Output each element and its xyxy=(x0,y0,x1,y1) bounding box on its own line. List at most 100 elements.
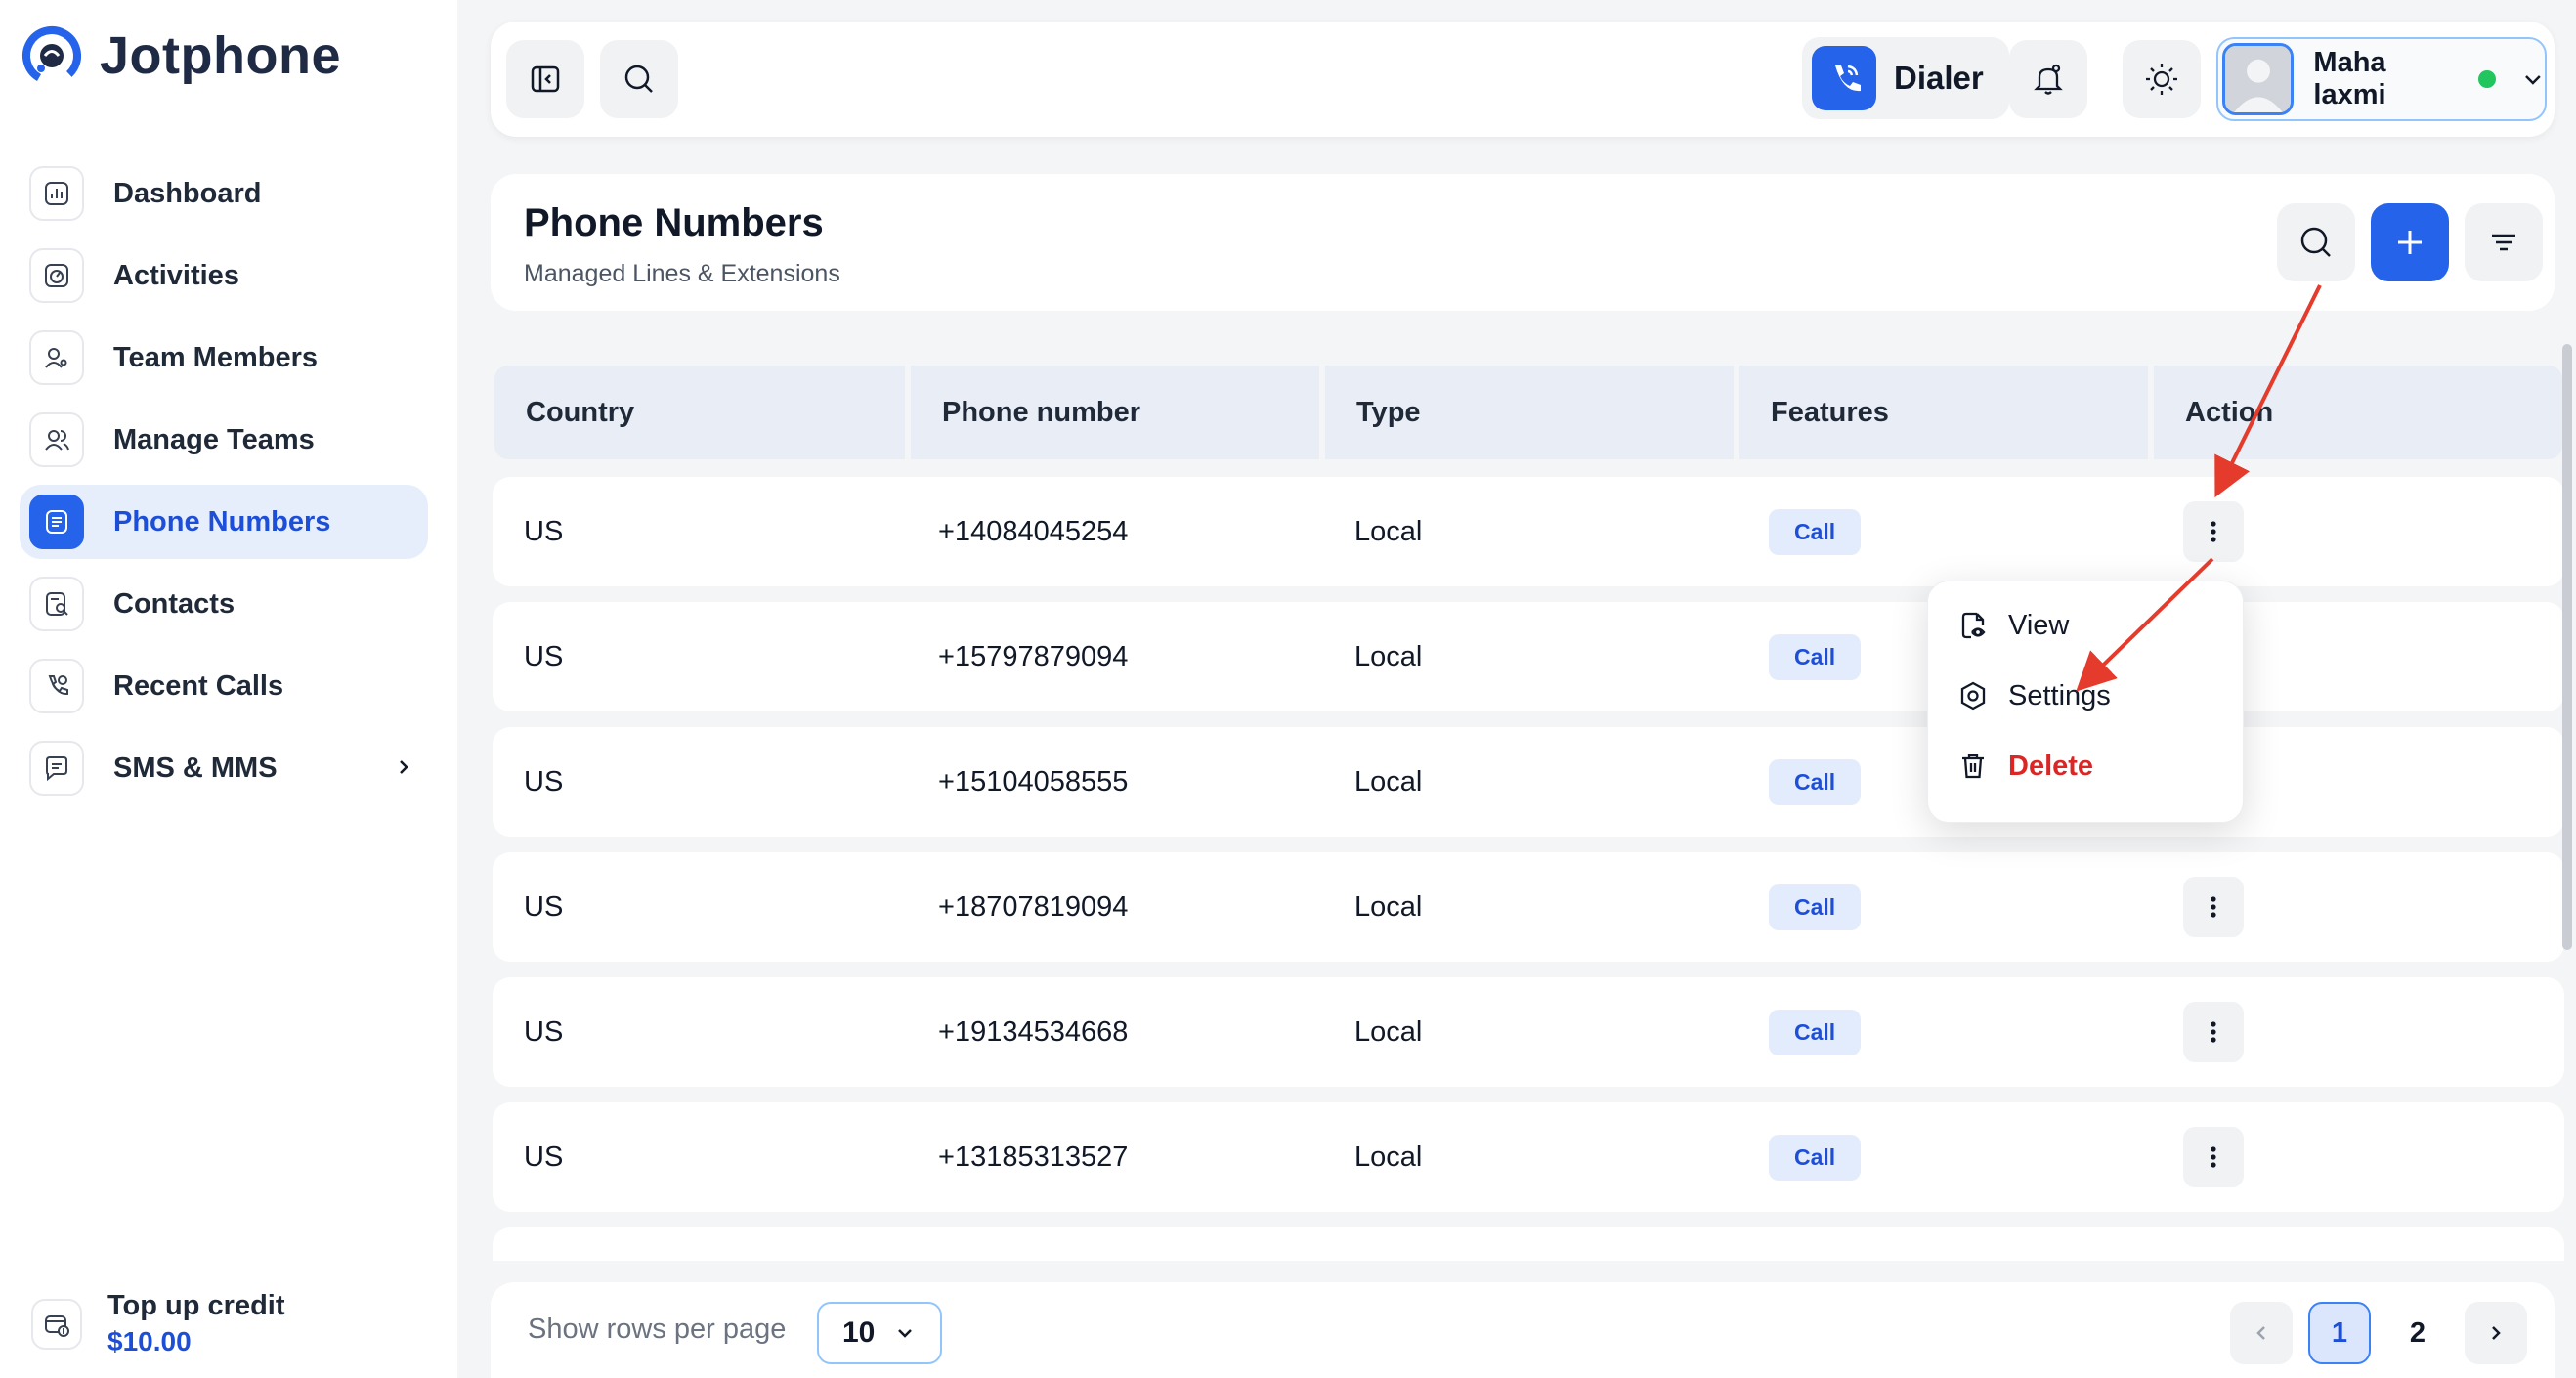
cell-type: Local xyxy=(1354,515,1423,547)
topup-credit[interactable]: Top up credit $10.00 xyxy=(31,1290,285,1357)
sidebar-item-dashboard[interactable]: Dashboard xyxy=(20,156,428,231)
row-action-menu: View Settings Delete xyxy=(1927,581,2244,823)
table-row[interactable]: US +13185313527 Local Call xyxy=(493,1102,2564,1212)
column-header-features[interactable]: Features xyxy=(1739,366,2148,459)
sidebar-item-label: Manage Teams xyxy=(113,423,315,455)
row-actions-button[interactable] xyxy=(2183,877,2244,937)
menu-item-delete[interactable]: Delete xyxy=(1957,742,2093,791)
table-header: Country Phone number Type Features Actio… xyxy=(494,366,2562,459)
column-header-action[interactable]: Action xyxy=(2154,366,2562,459)
sidebar-item-recent-calls[interactable]: Recent Calls xyxy=(20,649,428,723)
menu-item-view[interactable]: View xyxy=(1957,601,2069,650)
filter-button[interactable] xyxy=(2465,203,2543,281)
cell-phone-number: +18707819094 xyxy=(938,890,1129,923)
sun-icon xyxy=(2146,64,2177,95)
cell-country: US xyxy=(524,640,564,672)
phone-list-icon xyxy=(29,495,84,549)
menu-item-label: Settings xyxy=(2008,679,2111,711)
notifications-button[interactable] xyxy=(2009,40,2087,118)
table-row-partial[interactable] xyxy=(493,1227,2564,1261)
row-actions-button[interactable] xyxy=(2183,1127,2244,1187)
global-search-button[interactable] xyxy=(600,40,678,118)
theme-toggle-button[interactable] xyxy=(2123,40,2201,118)
phone-call-icon xyxy=(1812,46,1876,110)
chevron-right-icon[interactable] xyxy=(393,756,414,778)
sidebar-item-phone-numbers[interactable]: Phone Numbers xyxy=(20,485,428,559)
prev-page-button[interactable] xyxy=(2230,1302,2293,1364)
feature-badge: Call xyxy=(1769,1009,1862,1055)
team-members-icon xyxy=(29,330,84,385)
user-avatar-icon xyxy=(2225,46,2292,112)
search-numbers-button[interactable] xyxy=(2277,203,2355,281)
sidebar-item-sms-mms[interactable]: SMS & MMS xyxy=(20,731,428,805)
avatar xyxy=(2222,43,2295,115)
sidebar-item-label: Activities xyxy=(113,259,239,291)
add-number-button[interactable] xyxy=(2371,203,2449,281)
chevron-left-icon xyxy=(2256,1326,2265,1340)
row-actions-button[interactable] xyxy=(2183,1002,2244,1062)
page-button-2[interactable]: 2 xyxy=(2386,1302,2449,1364)
column-header-type[interactable]: Type xyxy=(1325,366,1734,459)
plus-icon xyxy=(2398,231,2422,254)
cell-type: Local xyxy=(1354,640,1423,672)
table-row[interactable]: US +15797879094 Local Call xyxy=(493,602,2564,711)
sidebar: Jotphone Dashboard Activities Team Membe… xyxy=(0,0,457,1378)
message-icon xyxy=(29,741,84,796)
next-page-button[interactable] xyxy=(2465,1302,2527,1364)
online-status-dot xyxy=(2478,70,2497,88)
cell-phone-number: +13185313527 xyxy=(938,1141,1129,1173)
sidebar-item-activities[interactable]: Activities xyxy=(20,238,428,313)
dialer-button[interactable]: Dialer xyxy=(1802,37,2009,119)
sidebar-item-label: Contacts xyxy=(113,587,236,620)
sidebar-item-label: Team Members xyxy=(113,341,318,373)
menu-item-settings[interactable]: Settings xyxy=(1957,671,2111,720)
chevron-down-icon xyxy=(2525,75,2541,85)
filter-icon xyxy=(2492,234,2515,251)
cell-country: US xyxy=(524,515,564,547)
topup-label: Top up credit xyxy=(107,1290,285,1321)
cell-phone-number: +19134534668 xyxy=(938,1015,1129,1048)
column-header-phone-number[interactable]: Phone number xyxy=(911,366,1319,459)
page-button-1[interactable]: 1 xyxy=(2308,1302,2371,1364)
chevron-right-icon xyxy=(2492,1326,2501,1340)
table-row[interactable]: US +15104058555 Local Call xyxy=(493,727,2564,837)
feature-badge: Call xyxy=(1769,1134,1862,1181)
toggle-sidebar-button[interactable] xyxy=(506,40,584,118)
cell-phone-number: +14084045254 xyxy=(938,515,1129,547)
sidebar-item-contacts[interactable]: Contacts xyxy=(20,567,428,641)
table-row[interactable]: US +18707819094 Local Call xyxy=(493,852,2564,962)
more-vertical-icon xyxy=(2211,1146,2216,1168)
view-file-icon xyxy=(1961,612,1986,639)
recent-calls-icon xyxy=(29,659,84,713)
menu-item-label: Delete xyxy=(2008,750,2094,782)
table-footer: Show rows per page 10 1 2 xyxy=(491,1282,2555,1378)
settings-icon xyxy=(1960,681,1986,711)
cell-phone-number: +15797879094 xyxy=(938,640,1129,672)
feature-badge: Call xyxy=(1769,883,1862,930)
table-row[interactable]: US +19134534668 Local Call xyxy=(493,977,2564,1087)
bell-icon xyxy=(2034,64,2063,95)
sidebar-item-team-members[interactable]: Team Members xyxy=(20,321,428,395)
feature-badge: Call xyxy=(1769,508,1862,555)
column-header-country[interactable]: Country xyxy=(494,366,905,459)
page-header: Phone Numbers Managed Lines & Extensions xyxy=(491,174,2555,311)
user-menu[interactable]: Maha laxmi xyxy=(2216,37,2547,121)
chevron-down-icon xyxy=(898,1329,913,1338)
top-header: Dialer Maha laxmi xyxy=(491,22,2555,137)
cell-country: US xyxy=(524,1015,564,1048)
row-actions-button[interactable] xyxy=(2183,501,2244,562)
page-title: Phone Numbers xyxy=(524,201,824,244)
rows-per-page-label: Show rows per page xyxy=(528,1313,787,1345)
sidebar-item-label: SMS & MMS xyxy=(113,752,278,784)
manage-teams-icon xyxy=(29,412,84,467)
table-scrollbar[interactable] xyxy=(2562,344,2572,950)
sidebar-item-manage-teams[interactable]: Manage Teams xyxy=(20,403,428,477)
search-icon xyxy=(624,65,653,93)
user-name: Maha laxmi xyxy=(2313,47,2386,110)
cell-type: Local xyxy=(1354,765,1423,797)
brand[interactable]: Jotphone xyxy=(20,22,341,90)
rows-per-page-select[interactable]: 10 xyxy=(817,1302,942,1364)
table-row[interactable]: US +14084045254 Local Call xyxy=(493,477,2564,586)
sidebar-item-label: Phone Numbers xyxy=(113,505,331,538)
brand-name: Jotphone xyxy=(100,26,341,85)
